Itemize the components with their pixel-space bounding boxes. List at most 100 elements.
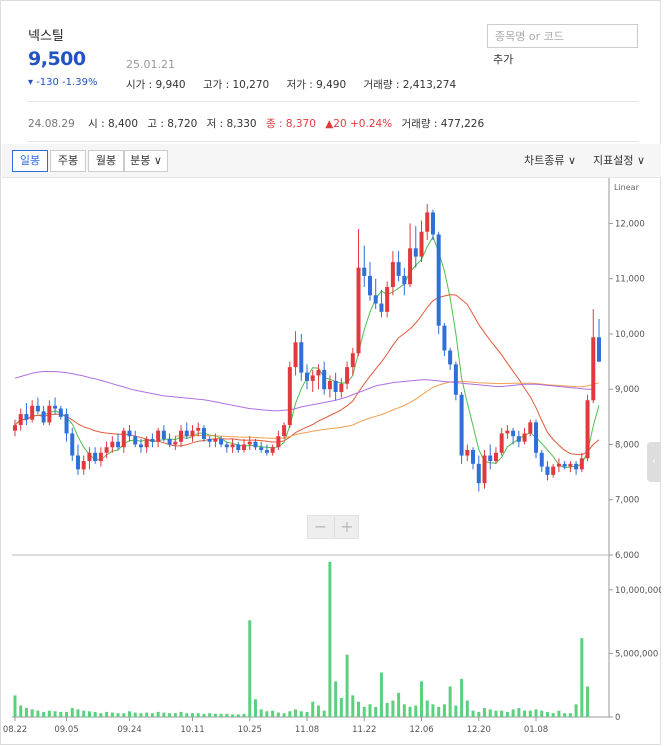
hover-volume: 거래량 : 477,226 — [401, 118, 485, 130]
candle — [453, 364, 458, 395]
candle — [562, 463, 567, 467]
indicator-settings-dropdown[interactable]: 지표설정 ∨ — [593, 152, 645, 168]
candle — [150, 438, 155, 442]
add-button[interactable]: 추가 — [493, 51, 513, 67]
volume-bar — [397, 692, 401, 717]
volume-bar — [99, 713, 103, 717]
date-tick-label: 11.22 — [352, 725, 376, 735]
volume-bar — [442, 704, 446, 717]
candle — [138, 444, 143, 448]
volume-bar — [93, 711, 97, 717]
volume-bar — [225, 713, 229, 717]
candle — [345, 367, 350, 384]
volume-bar — [345, 654, 349, 717]
zoom-in-button[interactable]: + — [334, 517, 359, 537]
volume-bar — [488, 709, 492, 717]
volume-bar — [242, 713, 246, 717]
candle — [70, 433, 75, 456]
volume-bar — [563, 713, 567, 717]
volume-bar — [19, 705, 23, 717]
side-panel-toggle[interactable]: ‹ — [647, 442, 661, 482]
volume-bar — [551, 713, 555, 717]
volume-bar — [196, 713, 200, 717]
volume-bar — [477, 711, 481, 717]
candle — [144, 438, 149, 448]
volume-bar — [219, 713, 223, 717]
volume-bar — [557, 710, 561, 717]
date-tick-label: 10.11 — [180, 725, 204, 735]
price-change: ▾ -130 -1.39% — [28, 77, 98, 88]
candle — [436, 234, 441, 326]
candle — [413, 248, 418, 257]
candle — [419, 231, 424, 257]
volume-bar — [288, 711, 292, 717]
volume-bar — [328, 561, 332, 717]
volume-bar — [500, 710, 504, 717]
candle — [327, 380, 332, 390]
tab-monthly[interactable]: 월봉 — [88, 150, 124, 172]
candle — [35, 405, 40, 412]
candle — [522, 433, 527, 442]
candle — [104, 447, 109, 453]
volume-bar — [53, 711, 57, 717]
candle — [471, 450, 476, 464]
volume-bar — [24, 708, 28, 717]
volume-bar — [351, 695, 355, 717]
volume-bar — [465, 700, 469, 717]
chart-toolbar: 일봉 주봉 월봉 분봉 ∨ 차트종류 ∨ 지표설정 ∨ — [2, 144, 661, 178]
volume-bar — [173, 713, 177, 717]
candle — [24, 414, 29, 420]
volume-bar — [534, 709, 538, 717]
volume-bar — [42, 711, 46, 717]
volume-bar — [105, 711, 109, 717]
hover-change: ▲20 +0.24% — [325, 118, 393, 130]
hover-low: 저 : 8,330 — [206, 118, 257, 130]
volume-bar — [110, 712, 114, 717]
volume-bar — [523, 710, 527, 717]
candle — [13, 425, 17, 431]
volume-bar — [271, 710, 275, 717]
volume-bar — [357, 701, 361, 717]
chart-type-dropdown[interactable]: 차트종류 ∨ — [524, 152, 576, 168]
candle — [534, 422, 539, 453]
volume-bar — [385, 703, 389, 717]
price-tick-label: 11,000 — [615, 275, 645, 285]
volume-bar — [208, 713, 212, 717]
candle — [379, 303, 384, 312]
candle — [259, 447, 264, 451]
candle — [390, 262, 395, 287]
candle — [156, 430, 161, 442]
zoom-out-button[interactable]: − — [308, 517, 333, 537]
volume-bar — [150, 713, 154, 717]
volume-bar — [185, 713, 189, 717]
candle — [93, 452, 98, 462]
price-tick-label: 9,000 — [615, 385, 639, 395]
volume-bar — [276, 712, 280, 717]
candle — [511, 430, 516, 437]
candle — [41, 411, 46, 423]
volume-bar — [190, 713, 194, 717]
volume-bar — [311, 701, 315, 717]
candle — [276, 436, 281, 448]
candle — [425, 212, 430, 232]
volume-bar — [322, 710, 326, 717]
candle — [350, 353, 355, 368]
hover-date: 24.08.29 — [28, 118, 75, 130]
tab-weekly[interactable]: 주봉 — [50, 150, 86, 172]
moving-average-ma120 — [14, 371, 594, 412]
candle — [190, 430, 195, 437]
tab-minute[interactable]: 분봉 ∨ — [124, 150, 168, 172]
tab-daily[interactable]: 일봉 — [12, 150, 48, 172]
volume-bar — [116, 713, 120, 717]
volume-bar — [59, 711, 63, 717]
price-chart[interactable]: Linear 12,000 11,000 10,000 9,000 8,000 7,000 6… — [2, 178, 661, 745]
volume-bar — [30, 709, 34, 717]
volume-bar — [76, 709, 80, 717]
candle — [133, 436, 138, 445]
candle — [408, 248, 413, 285]
candle — [201, 427, 206, 439]
stock-search-input[interactable] — [487, 24, 638, 48]
candle — [516, 436, 521, 442]
candle — [367, 275, 372, 296]
price-tick-label: 12,000 — [615, 219, 645, 229]
